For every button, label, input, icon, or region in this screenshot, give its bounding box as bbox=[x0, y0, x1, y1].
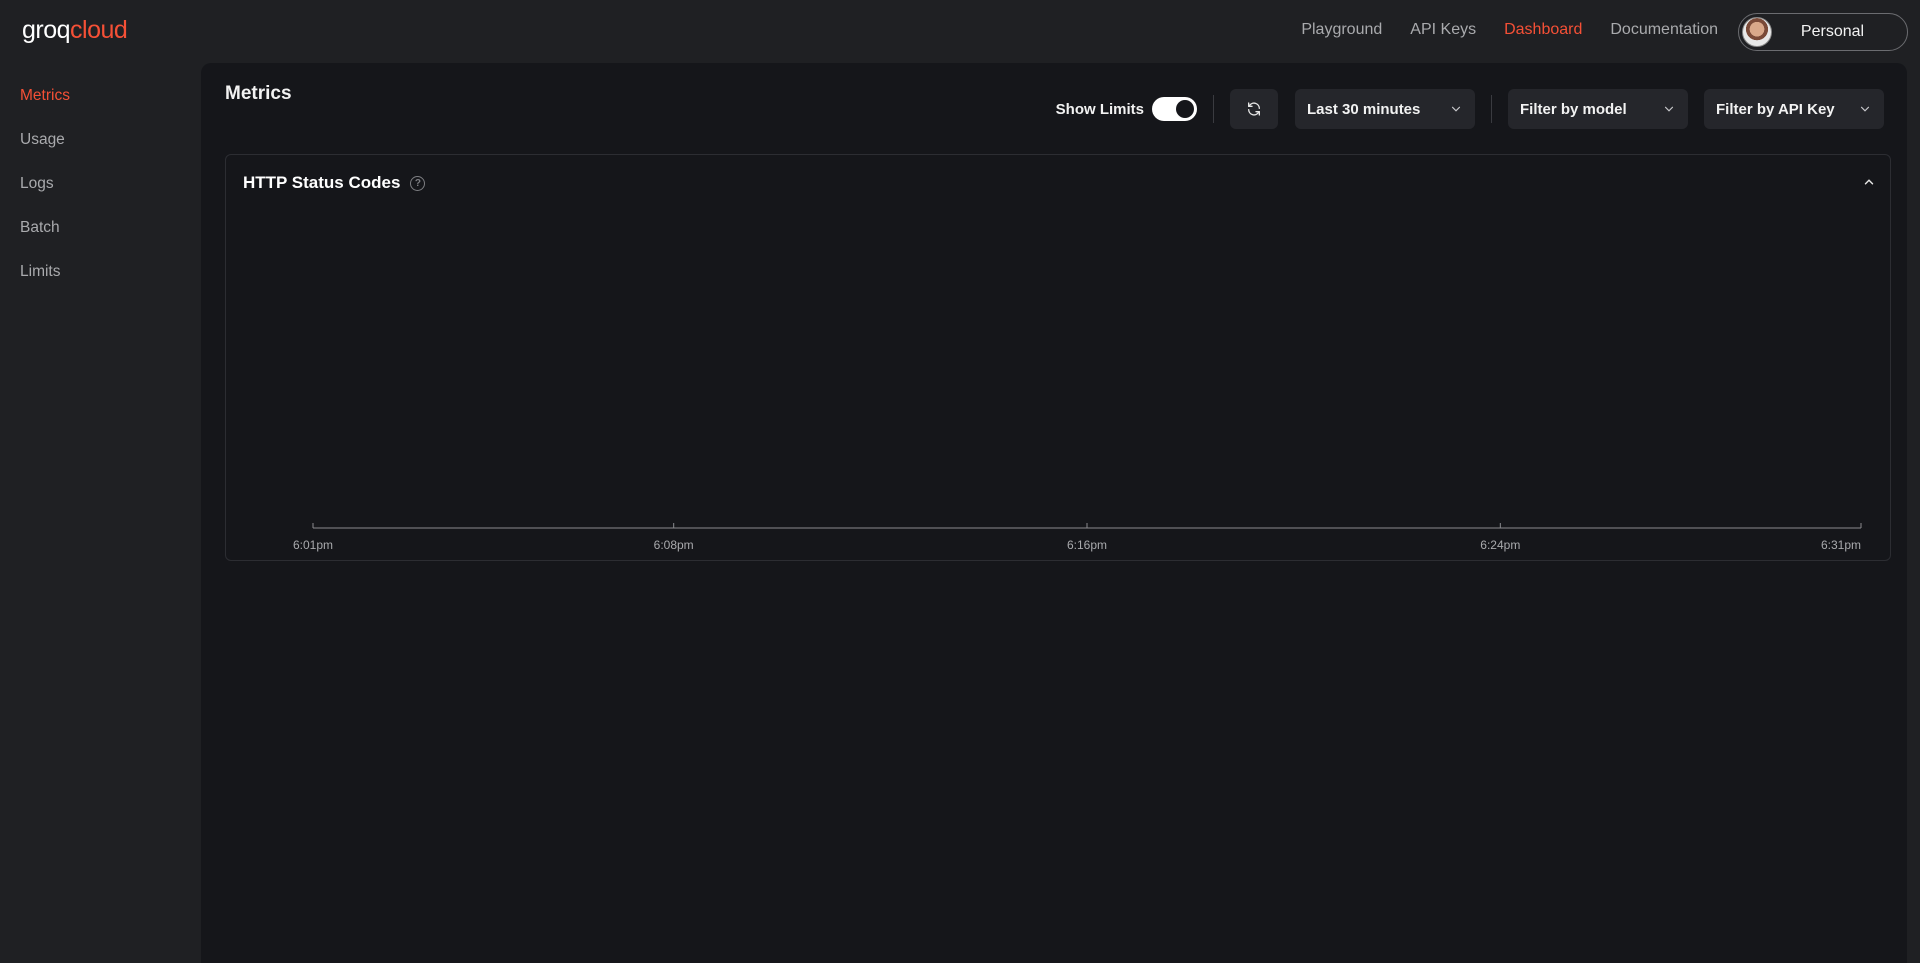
show-limits-label: Show Limits bbox=[1055, 100, 1144, 118]
account-label: Personal bbox=[1800, 23, 1865, 40]
nav-dashboard[interactable]: Dashboard bbox=[1504, 21, 1582, 39]
x-tick-label: 6:31pm bbox=[1821, 538, 1861, 552]
refresh-icon bbox=[1248, 102, 1260, 116]
x-tick-label: 6:01pm bbox=[293, 538, 333, 552]
divider bbox=[1491, 95, 1492, 123]
chevron-down-icon bbox=[1664, 106, 1674, 112]
groqcloud-logo[interactable]: groq cloud bbox=[22, 16, 128, 46]
api-key-filter-value: Filter by API Key bbox=[1716, 100, 1835, 118]
refresh-button[interactable] bbox=[1230, 89, 1278, 129]
metrics-controls: Show Limits Last 30 minutes Filter by mo… bbox=[1056, 89, 1884, 129]
time-range-value: Last 30 minutes bbox=[1307, 100, 1421, 118]
x-tick-label: 6:24pm bbox=[1480, 538, 1520, 552]
avatar bbox=[1742, 17, 1772, 47]
x-tick-label: 6:16pm bbox=[1067, 538, 1107, 552]
sidebar-item-metrics[interactable]: Metrics bbox=[20, 87, 70, 105]
chevron-down-icon bbox=[1451, 106, 1461, 112]
http-status-codes-card: HTTP Status Codes ? 6:01pm 6:08pm 6:16pm 6:… bbox=[225, 154, 1891, 561]
top-bar: groq cloud Playground API Keys Dashboard … bbox=[0, 0, 1920, 63]
logo-groq: groq bbox=[22, 16, 71, 44]
model-filter-value: Filter by model bbox=[1520, 100, 1627, 118]
account-switcher[interactable]: Personal bbox=[1738, 13, 1908, 51]
model-filter-select[interactable]: Filter by model bbox=[1508, 89, 1688, 129]
logo-cloud: cloud bbox=[70, 16, 128, 44]
api-key-filter-select[interactable]: Filter by API Key bbox=[1704, 89, 1884, 129]
main-panel: Metrics Show Limits Last 30 minutes Filt… bbox=[201, 63, 1907, 963]
nav-api-keys[interactable]: API Keys bbox=[1410, 21, 1476, 39]
page-title: Metrics bbox=[225, 83, 292, 104]
sidebar-item-limits[interactable]: Limits bbox=[20, 263, 60, 281]
nav-documentation[interactable]: Documentation bbox=[1610, 21, 1718, 39]
toggle-knob bbox=[1176, 100, 1194, 118]
top-nav: Playground API Keys Dashboard Documentat… bbox=[1301, 21, 1718, 39]
nav-playground[interactable]: Playground bbox=[1301, 21, 1382, 39]
sidebar-item-batch[interactable]: Batch bbox=[20, 219, 60, 237]
sidebar-item-usage[interactable]: Usage bbox=[20, 131, 65, 149]
time-range-select[interactable]: Last 30 minutes bbox=[1295, 89, 1475, 129]
sidebar-item-logs[interactable]: Logs bbox=[20, 175, 54, 193]
divider bbox=[1213, 95, 1214, 123]
x-tick-label: 6:08pm bbox=[654, 538, 694, 552]
chevron-down-icon bbox=[1860, 106, 1870, 112]
status-codes-chart: 6:01pm 6:08pm 6:16pm 6:24pm 6:31pm bbox=[293, 523, 1862, 552]
show-limits-toggle[interactable] bbox=[1152, 97, 1197, 121]
